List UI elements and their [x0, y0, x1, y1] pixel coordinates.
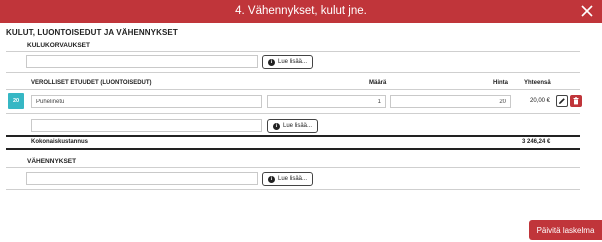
code-badge: 20 [8, 93, 24, 109]
info-icon: i [268, 58, 275, 66]
kulukorvaukset-input[interactable] [26, 55, 258, 68]
col-yhteensa: Yhteensä [524, 80, 551, 86]
divider [6, 189, 580, 190]
summary-value: 3 246,24 € [522, 139, 551, 145]
read-more-label: Lue lisää... [278, 59, 308, 65]
info-icon: i [273, 122, 280, 130]
row-total: 20,00 € [530, 98, 551, 104]
section-title: KULUT, LUONTOISEDUT JA VÄHENNYKSET [6, 28, 178, 37]
summary-label: Kokonaiskustannus [31, 139, 89, 145]
edit-button[interactable] [556, 95, 568, 107]
divider [6, 113, 580, 114]
divider [6, 89, 580, 90]
trash-icon [573, 97, 579, 105]
read-more-label: Lue lisää... [283, 123, 313, 129]
dialog-title: 4. Vähennykset, kulut jne. [235, 5, 367, 17]
maara-input[interactable] [267, 95, 386, 108]
close-icon[interactable] [580, 4, 594, 18]
summary-divider-bottom [6, 148, 580, 150]
benefit-name-input[interactable] [31, 95, 262, 108]
divider [6, 51, 580, 52]
pencil-icon [559, 98, 565, 104]
col-hinta: Hinta [493, 80, 508, 86]
update-calculation-button[interactable]: Päivitä laskelma [529, 220, 602, 240]
info-icon: i [268, 175, 275, 183]
verolliset-read-more-button[interactable]: i Lue lisää... [267, 119, 319, 133]
verolliset-label: VEROLLISET ETUUDET (LUONTOISEDUT) [31, 80, 152, 86]
hinta-input[interactable] [390, 95, 511, 108]
divider [6, 167, 580, 168]
verolliset-new-input[interactable] [31, 119, 262, 132]
dialog-header: 4. Vähennykset, kulut jne. [0, 0, 602, 23]
delete-button[interactable] [570, 95, 582, 107]
read-more-label: Lue lisää... [278, 176, 308, 182]
divider [6, 72, 580, 73]
summary-divider-top [6, 135, 580, 137]
kulukorvaukset-read-more-button[interactable]: i Lue lisää... [262, 55, 314, 69]
kulukorvaukset-label: KULUKORVAUKSET [27, 42, 90, 49]
vahennykset-input[interactable] [26, 172, 258, 185]
vahennykset-read-more-button[interactable]: i Lue lisää... [262, 172, 314, 186]
col-maara: Määrä [369, 80, 387, 86]
vahennykset-label: VÄHENNYKSET [27, 158, 77, 165]
